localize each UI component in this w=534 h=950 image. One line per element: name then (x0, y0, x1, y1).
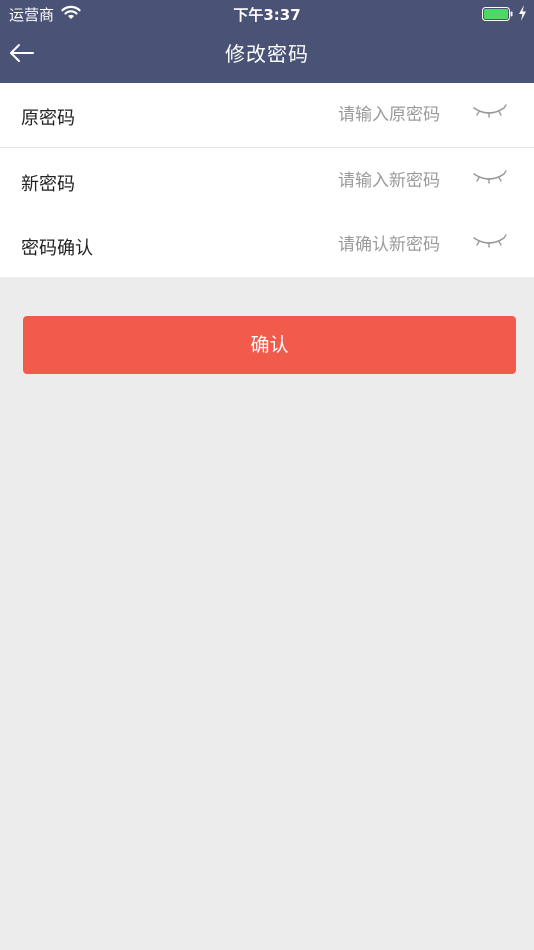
status-bar: 运营商 下午3:37 (0, 0, 534, 28)
battery-icon (482, 6, 513, 21)
confirm-button[interactable]: 确认 (23, 316, 516, 374)
page-title: 修改密码 (225, 42, 309, 66)
top-bar: 运营商 下午3:37 修改密码 (0, 0, 534, 83)
new-password-label: 新密码 (21, 174, 75, 195)
old-password-label: 原密码 (21, 108, 75, 129)
eye-closed-icon[interactable] (470, 232, 508, 254)
status-time: 下午3:37 (233, 6, 301, 24)
new-password-row: 新密码 (0, 149, 534, 213)
confirm-password-label: 密码确认 (21, 238, 93, 259)
eye-closed-icon[interactable] (470, 102, 508, 124)
old-password-row: 原密码 (0, 83, 534, 148)
row-divider (0, 147, 534, 148)
old-password-input[interactable] (230, 98, 440, 132)
charging-bolt-icon (518, 5, 527, 25)
confirm-password-input[interactable] (230, 228, 440, 262)
new-password-input[interactable] (230, 164, 440, 198)
eye-closed-icon[interactable] (470, 168, 508, 190)
confirm-password-row: 密码确认 (0, 213, 534, 277)
password-form: 原密码 新密码 密码确认 (0, 83, 534, 277)
